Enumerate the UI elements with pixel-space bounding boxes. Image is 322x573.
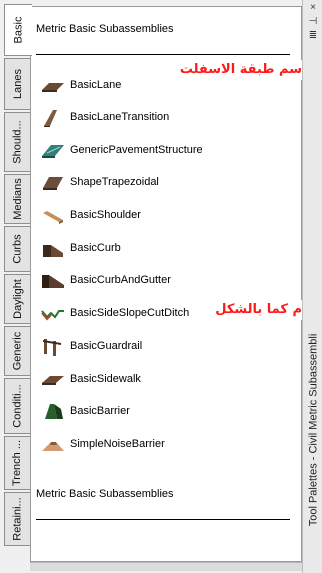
palette-item-basiclanetransition[interactable]: BasicLaneTransition <box>41 106 169 128</box>
item-label: BasicBarrier <box>70 405 130 417</box>
ditch-icon <box>41 310 64 321</box>
item-label: BasicCurb <box>70 242 121 254</box>
item-label: BasicGuardrail <box>70 340 143 352</box>
pavement-structure-icon <box>42 145 64 158</box>
palette-item-basicguardrail[interactable]: BasicGuardrail <box>41 335 142 357</box>
item-label: BasicShoulder <box>70 209 141 221</box>
palette-item-genericpavementstructure[interactable]: GenericPavementStructure <box>41 139 203 161</box>
palette-item-basicsideslopecutditch[interactable]: BasicSideSlopeCutDitch <box>41 302 189 324</box>
palette-content: Metric Basic Subassemblies BasicLane Bas… <box>30 6 302 562</box>
horizontal-scrollbar[interactable] <box>30 562 302 571</box>
tab-label: Daylight <box>11 279 24 319</box>
palette-item-basicsidewalk[interactable]: BasicSidewalk <box>41 368 141 390</box>
item-label: BasicSidewalk <box>70 373 141 385</box>
tab-trench[interactable]: Trench ... <box>4 436 30 490</box>
palette-header-bottom: Metric Basic Subassemblies <box>36 488 174 500</box>
palette-title-bar: × ⊣ ≣ Tool Palettes - Civil Metric Subas… <box>302 0 322 573</box>
palette-item-basicshoulder[interactable]: BasicShoulder <box>41 204 141 226</box>
item-label: GenericPavementStructure <box>70 144 203 156</box>
sidewalk-icon <box>42 376 64 385</box>
close-icon[interactable]: × <box>307 3 319 13</box>
tab-label: Lanes <box>11 69 24 99</box>
palette-tabs: Basic Lanes Should... Medians Curbs Dayl… <box>4 0 32 573</box>
tab-basic[interactable]: Basic <box>4 4 32 56</box>
item-label: BasicCurbAndGutter <box>70 274 171 286</box>
tab-generic[interactable]: Generic <box>4 326 30 376</box>
tab-lanes[interactable]: Lanes <box>4 58 30 110</box>
palette-item-basicbarrier[interactable]: BasicBarrier <box>41 400 130 422</box>
tab-label: Basic <box>12 16 25 44</box>
tab-label: Medians <box>11 178 24 220</box>
tab-shoulders[interactable]: Should... <box>4 112 30 172</box>
item-label: ShapeTrapezoidal <box>70 176 159 188</box>
header-divider <box>36 54 290 55</box>
tab-medians[interactable]: Medians <box>4 174 30 224</box>
tab-retaining[interactable]: Retaini... <box>4 492 30 546</box>
window-title: Tool Palettes - Civil Metric Subassembli <box>304 290 322 570</box>
pin-icon[interactable]: ⊣ <box>307 17 319 27</box>
palette-item-basiccurbandgutter[interactable]: BasicCurbAndGutter <box>41 269 171 291</box>
window-title-text: Tool Palettes - Civil Metric Subassembli <box>307 333 320 527</box>
noise-barrier-icon <box>42 442 64 451</box>
curb-gutter-icon <box>42 275 64 288</box>
annotation-shape: م كما بالشكل <box>202 300 302 320</box>
item-label: BasicSideSlopeCutDitch <box>70 307 190 319</box>
palette-item-shapetrapezoidal[interactable]: ShapeTrapezoidal <box>41 171 159 193</box>
tab-label: Trench ... <box>11 439 24 487</box>
tool-palette-window: Basic Lanes Should... Medians Curbs Dayl… <box>0 0 322 573</box>
tab-label: Generic <box>11 331 24 371</box>
footer-divider <box>36 519 290 520</box>
item-label: BasicLaneTransition <box>70 111 170 123</box>
palette-item-basiccurb[interactable]: BasicCurb <box>41 237 121 259</box>
shoulder-icon <box>43 211 63 224</box>
tab-label: Conditi... <box>11 384 24 428</box>
tab-conditional[interactable]: Conditi... <box>4 378 30 434</box>
palette-header-top: Metric Basic Subassemblies <box>36 23 174 35</box>
trapezoid-icon <box>43 177 63 190</box>
tab-label: Curbs <box>11 234 24 264</box>
lane-icon <box>42 83 64 92</box>
tab-label: Should... <box>11 120 24 164</box>
curb-icon <box>43 245 63 257</box>
palette-item-basiclane[interactable]: BasicLane <box>41 74 121 96</box>
item-label: SimpleNoiseBarrier <box>70 438 165 450</box>
barrier-icon <box>45 404 63 419</box>
guardrail-icon <box>43 339 61 356</box>
lane-transition-icon <box>44 110 57 127</box>
annotation-asphalt: سم طبقة الاسفلت <box>132 60 302 80</box>
tab-label: Retaini... <box>11 497 24 541</box>
item-label: BasicLane <box>70 79 122 91</box>
menu-icon[interactable]: ≣ <box>307 31 319 41</box>
tab-daylight[interactable]: Daylight <box>4 274 30 324</box>
palette-item-simplenoisebarrier[interactable]: SimpleNoiseBarrier <box>41 433 165 455</box>
tab-curbs[interactable]: Curbs <box>4 226 30 272</box>
